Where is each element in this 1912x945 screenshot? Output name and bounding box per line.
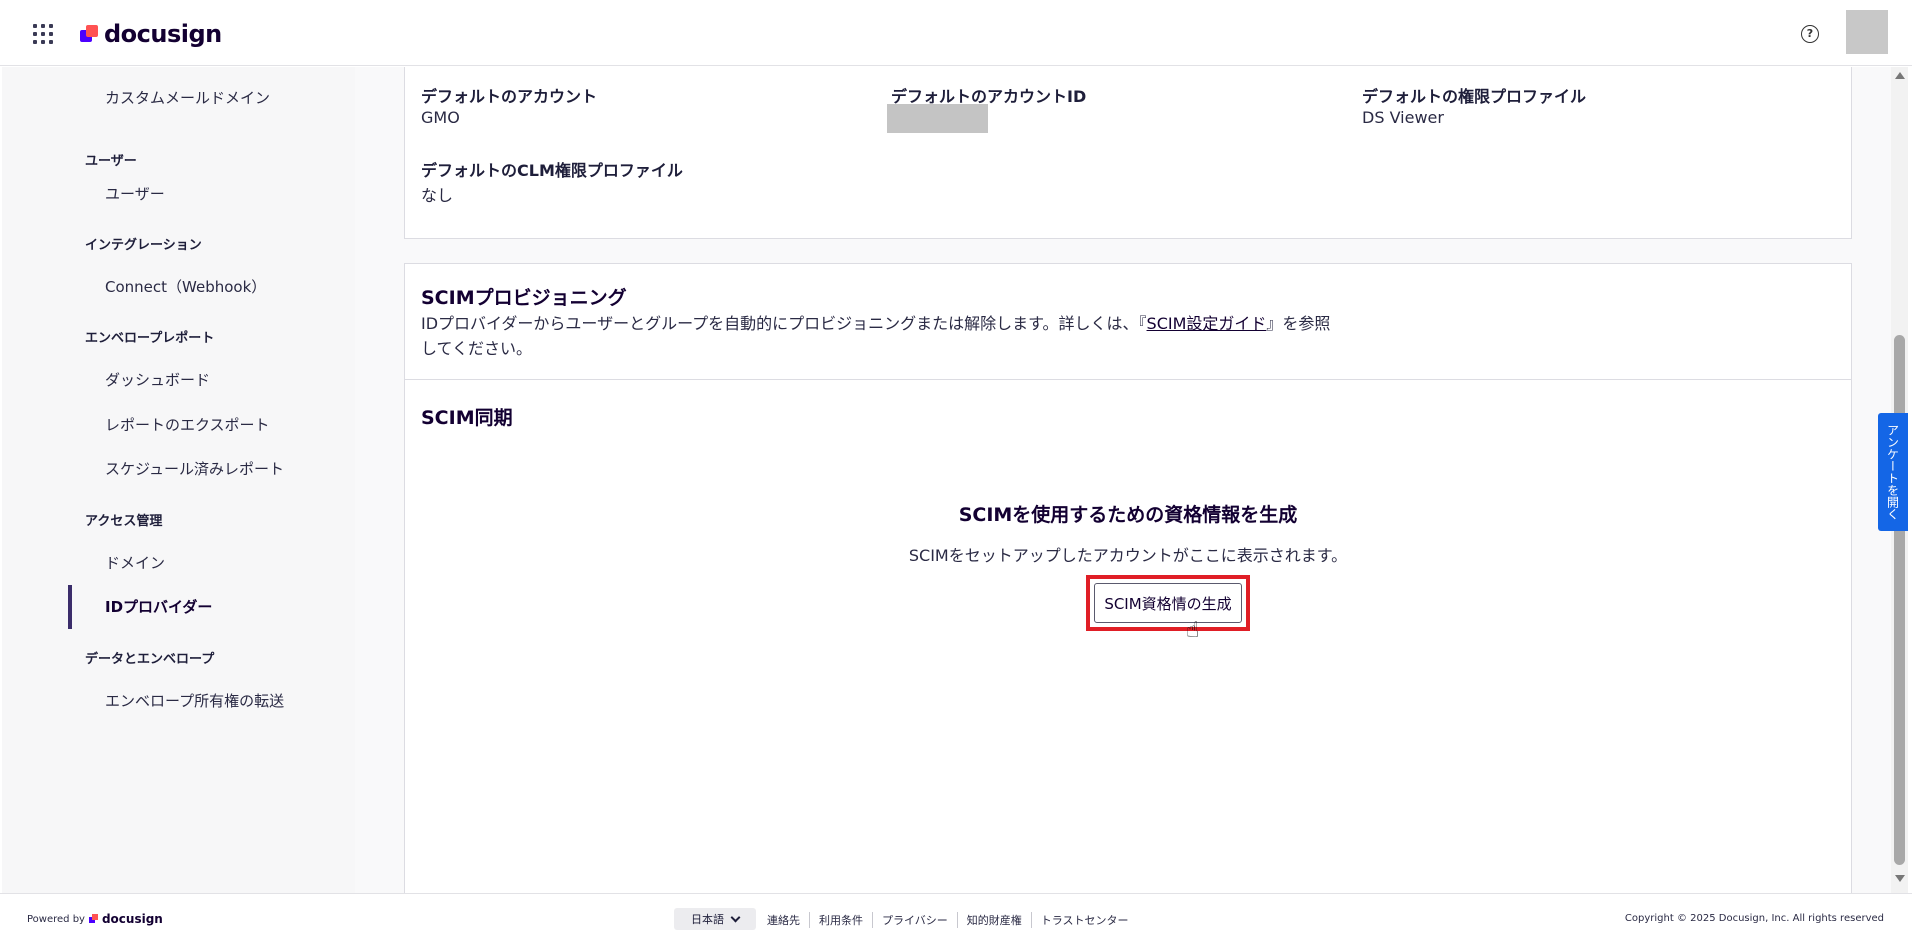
empty-state-title: SCIMを使用するための資格情報を生成	[958, 504, 1298, 526]
default-permission-profile-value: DS Viewer	[1362, 108, 1444, 127]
footer-links: 連絡先 利用条件 プライバシー 知的財産権 トラストセンター	[767, 912, 1138, 928]
docusign-logo-mark-icon	[80, 24, 98, 44]
copyright-text: Copyright © 2025 Docusign, Inc. All righ…	[1624, 913, 1884, 924]
scim-provisioning-card: SCIMプロビジョニング IDプロバイダーからユーザーとグループを自動的にプロビ…	[404, 263, 1852, 893]
default-settings-card: デフォルトのアカウント GMO デフォルトのアカウントID デフォルトの権限プロ…	[404, 67, 1852, 239]
scim-provisioning-title: SCIMプロビジョニング	[421, 287, 627, 309]
sidebar-item-scheduled-reports[interactable]: スケジュール済みレポート	[105, 458, 284, 479]
sidebar-heading-users: ユーザー	[85, 154, 137, 169]
user-avatar[interactable]	[1846, 10, 1888, 54]
sidebar-heading-access-management: アクセス管理	[85, 514, 163, 529]
settings-sidebar: カスタムメールドメイン ユーザー ユーザー インテグレーション Connect（…	[68, 67, 355, 893]
footer-link-terms[interactable]: 利用条件	[809, 912, 872, 928]
sidebar-item-dashboard[interactable]: ダッシュボード	[105, 369, 210, 390]
default-account-label: デフォルトのアカウント	[421, 87, 598, 106]
docusign-logo[interactable]: docusign	[80, 20, 222, 48]
sidebar-heading-data-and-envelopes: データとエンベロープ	[85, 652, 215, 667]
logo-text: docusign	[104, 20, 222, 48]
left-gutter	[2, 67, 68, 893]
top-header: docusign ?	[0, 0, 1912, 66]
powered-by-logo-text: docusign	[101, 912, 163, 926]
section-divider	[405, 379, 1851, 380]
scim-sync-title: SCIM同期	[421, 407, 513, 429]
powered-by: Powered by docusign	[27, 912, 163, 926]
default-account-value: GMO	[421, 108, 460, 127]
sidebar-item-custom-mail-domain[interactable]: カスタムメールドメイン	[105, 87, 270, 108]
sidebar-heading-integrations: インテグレーション	[85, 238, 202, 253]
default-clm-profile-label: デフォルトのCLM権限プロファイル	[421, 161, 683, 180]
sidebar-item-identity-providers[interactable]: IDプロバイダー	[105, 596, 212, 617]
scim-provisioning-description: IDプロバイダーからユーザーとグループを自動的にプロビジョニングまたは解除します…	[421, 311, 1341, 361]
highlight-box: SCIM資格情の生成	[1086, 575, 1250, 631]
language-selector[interactable]: 日本語	[674, 908, 756, 930]
sidebar-item-users[interactable]: ユーザー	[105, 183, 165, 204]
open-survey-tab[interactable]: アンケートを開く	[1878, 413, 1908, 531]
active-item-indicator	[68, 585, 72, 629]
default-clm-profile-value: なし	[421, 186, 454, 205]
chevron-down-icon	[730, 912, 741, 922]
help-icon[interactable]: ?	[1801, 25, 1819, 43]
footer-link-privacy[interactable]: プライバシー	[872, 912, 957, 928]
empty-state-subtitle: SCIMをセットアップしたアカウントがここに表示されます。	[908, 546, 1348, 565]
scim-guide-link[interactable]: SCIM設定ガイド	[1147, 314, 1267, 333]
sidebar-item-report-export[interactable]: レポートのエクスポート	[105, 414, 270, 435]
sidebar-item-envelope-ownership-transfer[interactable]: エンベロープ所有権の転送	[105, 690, 284, 711]
language-label: 日本語	[691, 913, 724, 926]
main-content: デフォルトのアカウント GMO デフォルトのアカウントID デフォルトの権限プロ…	[355, 67, 1891, 893]
sidebar-item-connect-webhook[interactable]: Connect（Webhook）	[105, 276, 266, 297]
desc-text-before: IDプロバイダーからユーザーとグループを自動的にプロビジョニングまたは解除します…	[421, 314, 1147, 333]
hand-pointer-cursor-icon: ☝	[1186, 618, 1200, 643]
powered-by-text: Powered by	[27, 913, 85, 925]
scroll-up-arrow-icon[interactable]	[1895, 72, 1905, 79]
sidebar-item-domains[interactable]: ドメイン	[105, 552, 165, 573]
default-permission-profile-label: デフォルトの権限プロファイル	[1362, 87, 1587, 106]
redacted-account-id	[887, 104, 988, 133]
docusign-mini-logo-icon	[88, 914, 98, 924]
footer-link-contact[interactable]: 連絡先	[767, 912, 809, 928]
footer-link-trust-center[interactable]: トラストセンター	[1030, 912, 1138, 928]
scroll-down-arrow-icon[interactable]	[1895, 875, 1905, 882]
page-footer: Powered by docusign 日本語 連絡先 利用条件 プライバシー …	[0, 893, 1912, 945]
app-switcher-grid-icon[interactable]	[33, 24, 53, 44]
generate-scim-credentials-button[interactable]: SCIM資格情の生成	[1094, 583, 1242, 623]
footer-link-intellectual-property[interactable]: 知的財産権	[956, 912, 1031, 928]
sidebar-heading-envelope-reports: エンベロープレポート	[85, 331, 215, 346]
